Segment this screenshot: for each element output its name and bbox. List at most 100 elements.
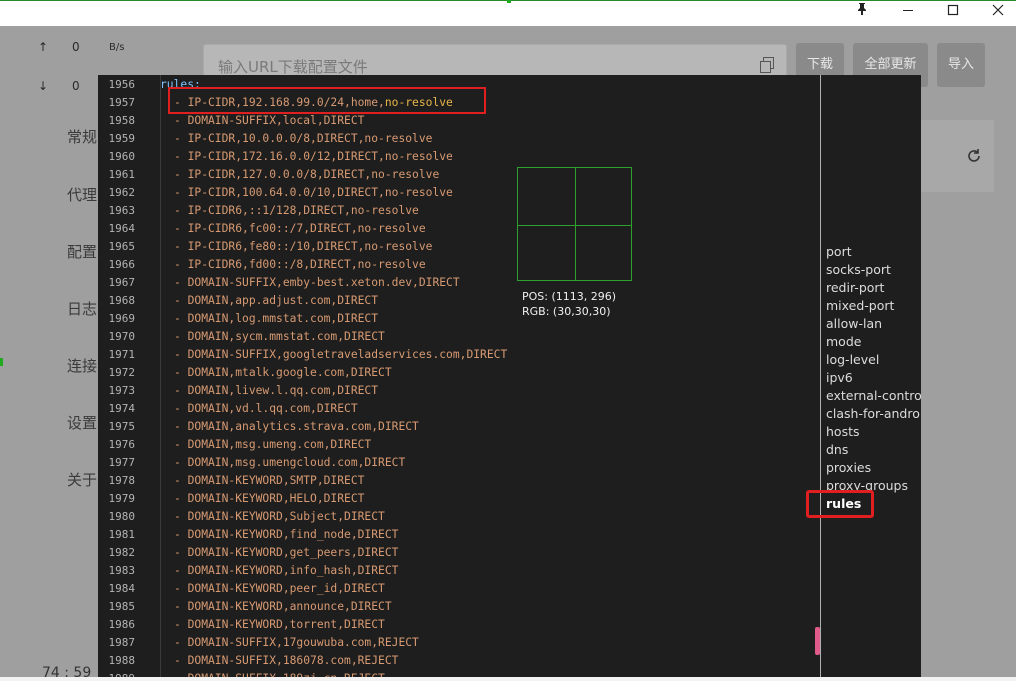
line-number: 1983 (108, 564, 136, 577)
code-line[interactable]: 1972 - DOMAIN,mtalk.google.com,DIRECT (98, 364, 818, 382)
code-text: - DOMAIN,msg.umeng.com,DIRECT (174, 436, 371, 454)
code-line[interactable]: 1963 - IP-CIDR6,::1/128,DIRECT,no-resolve (98, 202, 818, 220)
line-number: 1970 (108, 330, 136, 343)
outline-item-mixed-port[interactable]: mixed-port (826, 298, 921, 313)
rule-text: - IP-CIDR6,fe80::/10,DIRECT,no-resolve (174, 240, 433, 253)
code-line[interactable]: 1984 - DOMAIN-KEYWORD,peer_id,DIRECT (98, 580, 818, 598)
rule-text: - DOMAIN-KEYWORD,announce,DIRECT (174, 600, 392, 613)
code-line[interactable]: 1974 - DOMAIN,vd.l.qq.com,DIRECT (98, 400, 818, 418)
nav-settings[interactable]: 设置 (67, 412, 97, 433)
rule-text: - DOMAIN,sycm.mmstat.com,DIRECT (174, 330, 385, 343)
outline-panel[interactable]: port socks-port redir-port mixed-port allow-… (820, 75, 921, 677)
import-button[interactable]: 导入 (937, 43, 985, 87)
upload-arrow-icon: ↑ (38, 40, 49, 54)
line-number: 1976 (108, 438, 136, 451)
scrollbar-marker[interactable] (815, 627, 820, 655)
code-line[interactable]: 1978 - DOMAIN-KEYWORD,SMTP,DIRECT (98, 472, 818, 490)
nav-logs[interactable]: 日志 (67, 298, 97, 319)
rule-text: - IP-CIDR,100.64.0.0/10,DIRECT,no-resolv… (174, 186, 453, 199)
rule-text: - IP-CIDR,127.0.0.0/8,DIRECT,no-resolve (174, 168, 440, 181)
outline-item-proxies[interactable]: proxies (826, 460, 921, 475)
outline-item-external-controller[interactable]: external-controller (826, 388, 921, 403)
code-line[interactable]: 1981 - DOMAIN-KEYWORD,find_node,DIRECT (98, 526, 818, 544)
nav-connections[interactable]: 连接 (67, 355, 97, 376)
nav-proxy[interactable]: 代理 (67, 184, 97, 205)
code-line[interactable]: 1968 - DOMAIN,app.adjust.com,DIRECT (98, 292, 818, 310)
profile-card (920, 120, 994, 192)
close-button[interactable] (975, 0, 1016, 26)
footer-text: 74 : 59 (42, 665, 92, 681)
outline-item-allow-lan[interactable]: allow-lan (826, 316, 921, 331)
rule-text: - DOMAIN,livew.l.qq.com,DIRECT (174, 384, 379, 397)
close-icon (992, 4, 1004, 16)
line-number: 1982 (108, 546, 136, 559)
outline-item-redir-port[interactable]: redir-port (826, 280, 921, 295)
code-text: - DOMAIN-KEYWORD,info_hash,DIRECT (174, 562, 398, 580)
outline-item-clash-for-android[interactable]: clash-for-android (826, 406, 921, 421)
code-text: - IP-CIDR,172.16.0.0/12,DIRECT,no-resolv… (174, 148, 453, 166)
code-line[interactable]: 1971 - DOMAIN-SUFFIX,googletraveladservic… (98, 346, 818, 364)
code-text: - IP-CIDR6,fd00::/8,DIRECT,no-resolve (174, 256, 426, 274)
rule-text: - DOMAIN,vd.l.qq.com,DIRECT (174, 402, 358, 415)
nav-profiles[interactable]: 配置 (67, 241, 97, 262)
code-text: - DOMAIN-SUFFIX,googletraveladservices.c… (174, 346, 507, 364)
rule-text: - DOMAIN-SUFFIX,17gouwuba.com,REJECT (174, 636, 419, 649)
code-line[interactable]: 1966 - IP-CIDR6,fd00::/8,DIRECT,no-resolv… (98, 256, 818, 274)
titlebar-indicator (507, 0, 511, 3)
code-text: - DOMAIN,livew.l.qq.com,DIRECT (174, 382, 378, 400)
code-line[interactable]: 1982 - DOMAIN-KEYWORD,get_peers,DIRECT (98, 544, 818, 562)
side-indicator (0, 358, 3, 366)
line-number: 1988 (108, 654, 136, 667)
code-line[interactable]: 1969 - DOMAIN,log.mmstat.com,DIRECT (98, 310, 818, 328)
line-number: 1964 (108, 222, 136, 235)
rule-text: - DOMAIN-KEYWORD,peer_id,DIRECT (174, 582, 385, 595)
line-number: 1977 (108, 456, 136, 469)
code-line[interactable]: 1970 - DOMAIN,sycm.mmstat.com,DIRECT (98, 328, 818, 346)
refresh-icon[interactable] (966, 148, 982, 164)
code-line[interactable]: 1965 - IP-CIDR6,fe80::/10,DIRECT,no-resol… (98, 238, 818, 256)
outline-item-ipv6[interactable]: ipv6 (826, 370, 921, 385)
code-text: - DOMAIN-SUFFIX,17gouwuba.com,REJECT (174, 634, 419, 652)
copy-icon[interactable] (760, 57, 774, 73)
code-line[interactable]: 1989 - DOMAIN-SUFFIX,189zj.cn,REJECT (98, 670, 818, 677)
line-number: 1965 (108, 240, 136, 253)
code-line[interactable]: 1985 - DOMAIN-KEYWORD,announce,DIRECT (98, 598, 818, 616)
pin-icon[interactable] (839, 0, 885, 26)
line-number: 1969 (108, 312, 136, 325)
code-line[interactable]: 1973 - DOMAIN,livew.l.qq.com,DIRECT (98, 382, 818, 400)
line-number: 1972 (108, 366, 136, 379)
code-line[interactable]: 1983 - DOMAIN-KEYWORD,info_hash,DIRECT (98, 562, 818, 580)
outline-item-hosts[interactable]: hosts (826, 424, 921, 439)
code-line[interactable]: 1977 - DOMAIN,msg.umengcloud.com,DIRECT (98, 454, 818, 472)
code-line[interactable]: 1959 - IP-CIDR,10.0.0.0/8,DIRECT,no-resol… (98, 130, 818, 148)
code-text: - DOMAIN-KEYWORD,find_node,DIRECT (174, 526, 398, 544)
code-line[interactable]: 1986 - DOMAIN-KEYWORD,torrent,DIRECT (98, 616, 818, 634)
outline-item-log-level[interactable]: log-level (826, 352, 921, 367)
code-line[interactable]: 1979 - DOMAIN-KEYWORD,HELO,DIRECT (98, 490, 818, 508)
code-line[interactable]: 1964 - IP-CIDR6,fc00::/7,DIRECT,no-resolv… (98, 220, 818, 238)
code-line[interactable]: 1980 - DOMAIN-KEYWORD,Subject,DIRECT (98, 508, 818, 526)
code-text: - DOMAIN,log.mmstat.com,DIRECT (174, 310, 378, 328)
code-line[interactable]: 1976 - DOMAIN,msg.umeng.com,DIRECT (98, 436, 818, 454)
code-line[interactable]: 1962 - IP-CIDR,100.64.0.0/10,DIRECT,no-re… (98, 184, 818, 202)
code-line[interactable]: 1967 - DOMAIN-SUFFIX,emby-best.xeton.dev,… (98, 274, 818, 292)
outline-item-dns[interactable]: dns (826, 442, 921, 457)
nav-general[interactable]: 常规 (67, 126, 97, 147)
code-line[interactable]: 1975 - DOMAIN,analytics.strava.com,DIRECT (98, 418, 818, 436)
outline-item-socks-port[interactable]: socks-port (826, 262, 921, 277)
code-line[interactable]: 1961 - IP-CIDR,127.0.0.0/8,DIRECT,no-reso… (98, 166, 818, 184)
code-line[interactable]: 1988 - DOMAIN-SUFFIX,186078.com,REJECT (98, 652, 818, 670)
nav-about[interactable]: 关于 (67, 469, 97, 490)
maximize-button[interactable] (930, 0, 976, 26)
outline-item-mode[interactable]: mode (826, 334, 921, 349)
config-editor[interactable]: 1956 rules: 1957- IP-CIDR,192.168.99.0/24,… (98, 75, 920, 677)
code-line[interactable]: 1960 - IP-CIDR,172.16.0.0/12,DIRECT,no-re… (98, 148, 818, 166)
minimize-button[interactable] (885, 0, 931, 26)
rule-text: - DOMAIN-SUFFIX,emby-best.xeton.dev,DIRE… (174, 276, 460, 289)
rule-text: - DOMAIN-SUFFIX,186078.com,REJECT (174, 654, 399, 667)
rule-text: - DOMAIN-KEYWORD,info_hash,DIRECT (174, 564, 399, 577)
code-line[interactable]: 1958 - DOMAIN-SUFFIX,local,DIRECT (98, 112, 818, 130)
rule-text: - DOMAIN-KEYWORD,get_peers,DIRECT (174, 546, 399, 559)
code-line[interactable]: 1987 - DOMAIN-SUFFIX,17gouwuba.com,REJECT (98, 634, 818, 652)
outline-item-port[interactable]: port (826, 244, 921, 259)
